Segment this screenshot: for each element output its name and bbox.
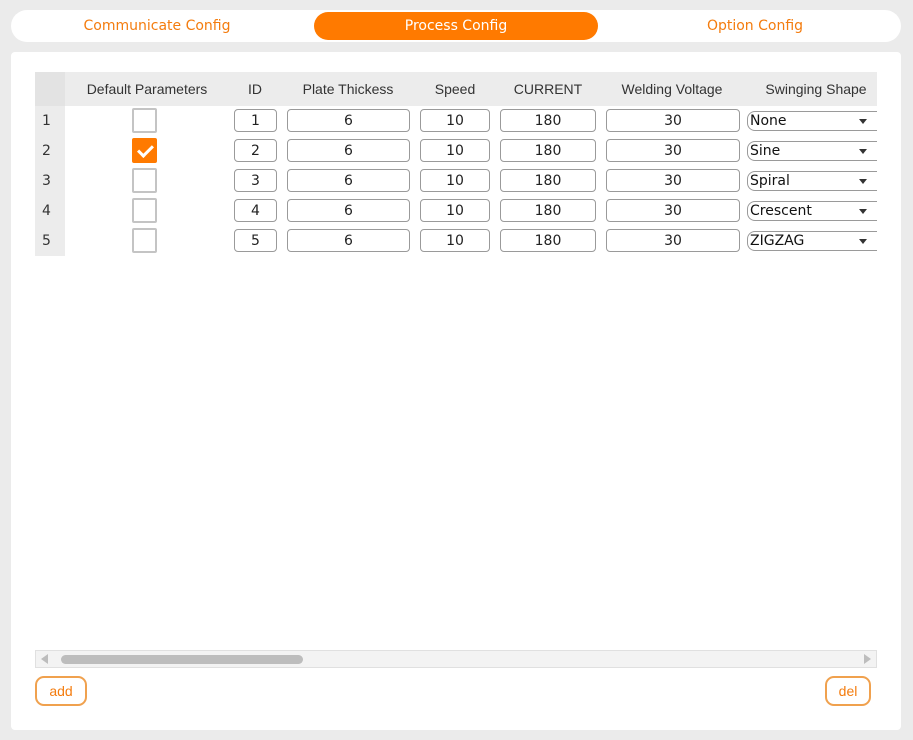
horizontal-scrollbar[interactable] — [35, 650, 877, 668]
swinging-shape-select[interactable]: Spiral — [747, 171, 877, 191]
tab-communicate-config[interactable]: Communicate Config — [15, 12, 299, 40]
row-number: 3 — [35, 166, 65, 196]
scrollbar-thumb[interactable] — [61, 655, 303, 664]
header-swinging-shape[interactable]: Swinging Shape — [743, 72, 877, 106]
current-field[interactable] — [500, 229, 596, 252]
row-number: 5 — [35, 226, 65, 256]
default-parameters-checkbox[interactable] — [132, 138, 157, 163]
chevron-down-icon[interactable] — [859, 149, 867, 154]
add-button[interactable]: add — [35, 676, 87, 706]
plate-thickness-field[interactable] — [287, 109, 410, 132]
table-header: Default Parameters ID Plate Thickess Spe… — [35, 72, 877, 106]
swinging-shape-select[interactable]: Crescent — [747, 201, 877, 221]
process-config-panel: Default Parameters ID Plate Thickess Spe… — [11, 52, 901, 730]
speed-field[interactable] — [420, 109, 490, 132]
speed-field[interactable] — [420, 169, 490, 192]
current-field[interactable] — [500, 139, 596, 162]
plate-thickness-field[interactable] — [287, 169, 410, 192]
default-parameters-checkbox[interactable] — [132, 168, 157, 193]
swinging-shape-value: None — [750, 113, 787, 129]
header-current[interactable]: CURRENT — [495, 72, 601, 106]
welding-voltage-field[interactable] — [606, 109, 740, 132]
chevron-down-icon[interactable] — [859, 119, 867, 124]
speed-field[interactable] — [420, 139, 490, 162]
row-number: 1 — [35, 106, 65, 136]
plate-thickness-field[interactable] — [287, 229, 410, 252]
id-field[interactable] — [234, 169, 277, 192]
swinging-shape-value: Crescent — [750, 203, 812, 219]
current-field[interactable] — [500, 199, 596, 222]
speed-field[interactable] — [420, 229, 490, 252]
chevron-down-icon[interactable] — [859, 179, 867, 184]
plate-thickness-field[interactable] — [287, 139, 410, 162]
chevron-down-icon[interactable] — [859, 239, 867, 244]
row-number: 4 — [35, 196, 65, 226]
id-field[interactable] — [234, 109, 277, 132]
plate-thickness-field[interactable] — [287, 199, 410, 222]
default-parameters-checkbox[interactable] — [132, 198, 157, 223]
current-field[interactable] — [500, 169, 596, 192]
swinging-shape-value: Spiral — [750, 173, 790, 189]
current-field[interactable] — [500, 109, 596, 132]
scroll-right-arrow-icon[interactable] — [864, 654, 871, 664]
chevron-down-icon[interactable] — [859, 209, 867, 214]
swinging-shape-select[interactable]: Sine — [747, 141, 877, 161]
scroll-left-arrow-icon[interactable] — [41, 654, 48, 664]
swinging-shape-value: Sine — [750, 143, 781, 159]
header-plate-thickness[interactable]: Plate Thickess — [281, 72, 415, 106]
speed-field[interactable] — [420, 199, 490, 222]
config-tab-bar: Communicate Config Process Config Option… — [11, 10, 901, 42]
header-speed[interactable]: Speed — [415, 72, 495, 106]
table-corner — [35, 72, 65, 106]
tab-process-config[interactable]: Process Config — [314, 12, 598, 40]
del-button[interactable]: del — [825, 676, 871, 706]
welding-voltage-field[interactable] — [606, 199, 740, 222]
id-field[interactable] — [234, 139, 277, 162]
default-parameters-checkbox[interactable] — [132, 228, 157, 253]
id-field[interactable] — [234, 199, 277, 222]
welding-voltage-field[interactable] — [606, 229, 740, 252]
swinging-shape-select[interactable]: ZIGZAG — [747, 231, 877, 251]
header-welding-voltage[interactable]: Welding Voltage — [601, 72, 743, 106]
swinging-shape-select[interactable]: None — [747, 111, 877, 131]
row-number: 2 — [35, 136, 65, 166]
default-parameters-checkbox[interactable] — [132, 108, 157, 133]
welding-voltage-field[interactable] — [606, 139, 740, 162]
header-default-parameters[interactable]: Default Parameters — [65, 72, 229, 106]
tab-option-config[interactable]: Option Config — [613, 12, 897, 40]
id-field[interactable] — [234, 229, 277, 252]
welding-voltage-field[interactable] — [606, 169, 740, 192]
header-id[interactable]: ID — [229, 72, 281, 106]
swinging-shape-value: ZIGZAG — [750, 233, 805, 249]
process-table: Default Parameters ID Plate Thickess Spe… — [35, 72, 877, 648]
